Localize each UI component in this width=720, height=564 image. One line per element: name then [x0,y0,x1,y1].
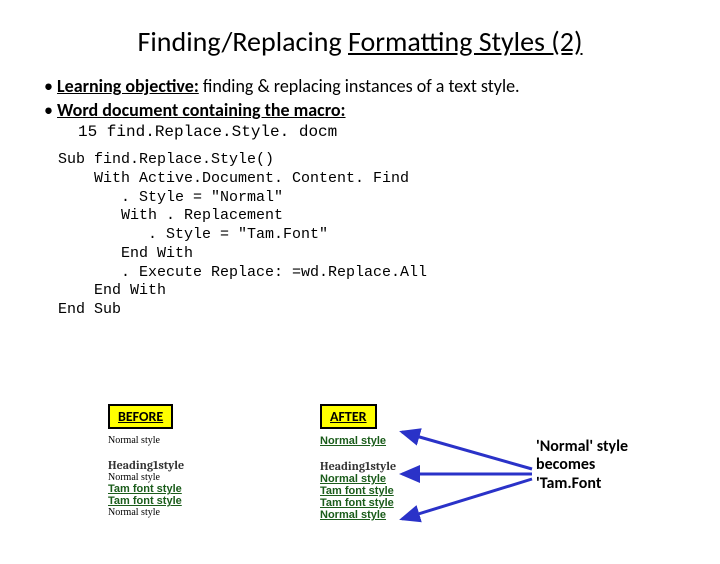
sample-line: Normal style [108,472,278,483]
after-label: AFTER [320,404,377,429]
bullet-2-bold: Word document containing the macro: [57,99,345,121]
sample-line: Tam font style [108,495,278,507]
code-block: Sub find.Replace.Style() With Active.Doc… [58,151,720,320]
sample-line: Normal style [320,509,490,521]
sample-line: Heading1style [108,458,278,472]
macro-filename: 15 find.Replace.Style. docm [78,123,720,141]
sample-line: Normal style [108,435,278,446]
before-label: BEFORE [108,404,173,429]
sample-line: Tam font style [320,485,490,497]
bullet-1-bold: Learning objective: [57,75,199,97]
sample-line: Normal style [320,473,490,485]
sample-line: Heading1style [320,459,490,473]
bullet-2: Word document containing the macro: [44,99,720,121]
after-lines: Normal styleHeading1styleNormal styleTam… [320,435,490,521]
after-panel: AFTER Normal styleHeading1styleNormal st… [320,404,490,521]
bullet-1-rest: finding & replacing instances of a text … [199,75,520,97]
annotation-text: 'Normal' style becomes 'Tam.Font [536,438,656,493]
sample-line: Tam font style [108,483,278,495]
before-panel: BEFORE Normal styleHeading1styleNormal s… [108,404,278,518]
title-plain: Finding/Replacing [138,24,349,59]
title-underlined: Formatting Styles (2) [348,24,582,59]
sample-line: Tam font style [320,497,490,509]
sample-line: Normal style [320,435,490,447]
before-lines: Normal styleHeading1styleNormal styleTam… [108,435,278,518]
sample-line: Normal style [108,507,278,518]
slide-title: Finding/Replacing Formatting Styles (2) [0,24,720,59]
bullet-1: Learning objective: finding & replacing … [44,75,720,97]
bullet-list: Learning objective: finding & replacing … [44,75,720,121]
